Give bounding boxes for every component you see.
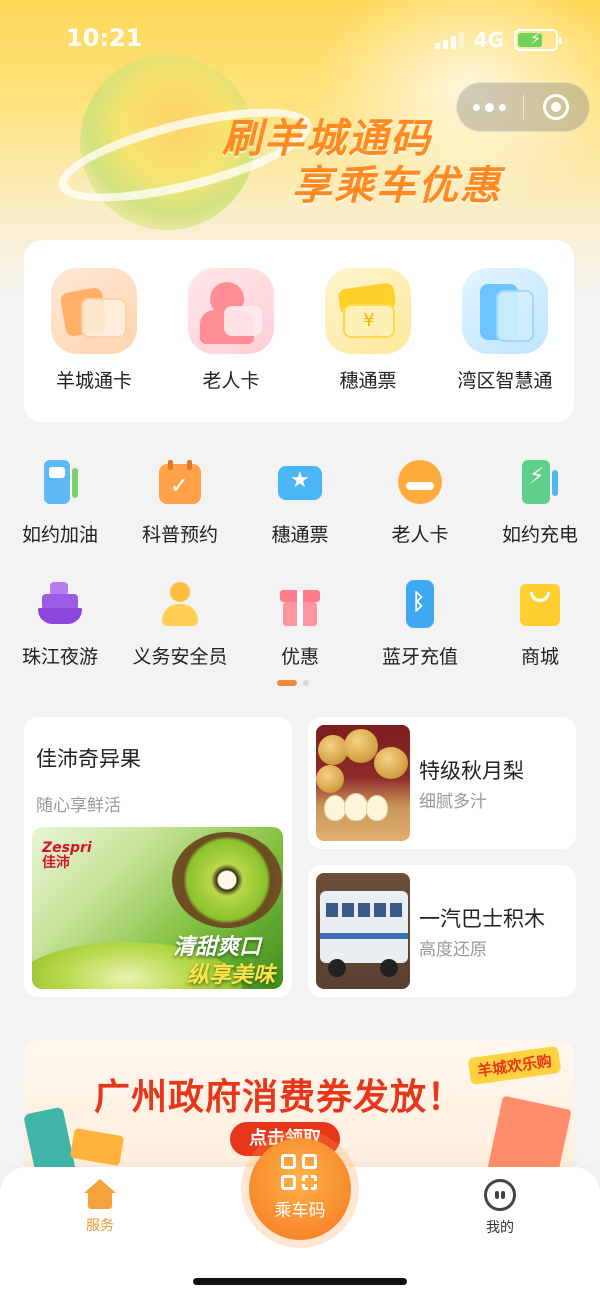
- grid-discount[interactable]: 优惠: [241, 580, 359, 669]
- tab-label: 服务: [86, 1218, 114, 1234]
- grid-mall[interactable]: 商城: [481, 580, 599, 669]
- grid-label: 珠江夜游: [21, 646, 98, 668]
- smiley-profile-icon: [484, 1179, 516, 1211]
- pager-dot-active: [277, 680, 297, 686]
- home-icon: [84, 1179, 116, 1209]
- kiwi-image: Zespri 佳沛 清甜爽口 纵享美味: [32, 827, 283, 989]
- bluetooth-icon: ᛒ: [396, 580, 444, 628]
- status-time: 10:21: [66, 24, 143, 52]
- promo-title: 特级秋月梨: [419, 759, 524, 783]
- signal-icon: [434, 31, 464, 49]
- bay-card-icon: [462, 268, 548, 354]
- banner-title: 广州政府消费券发放！: [94, 1077, 465, 1118]
- promo-subtitle: 细腻多汁: [419, 792, 487, 812]
- service-label: 湾区智慧通: [457, 370, 553, 392]
- ride-code-button[interactable]: 乘车码: [249, 1138, 351, 1240]
- grid-label: 蓝牙充值: [381, 646, 458, 668]
- tab-mine[interactable]: 我的: [460, 1179, 540, 1237]
- promo-title: 一汽巴士积木: [419, 907, 545, 931]
- status-indicators: 4G ⚡: [434, 28, 562, 52]
- service-yangchengtong-card[interactable]: 羊城通卡: [29, 268, 159, 393]
- service-suitong-ticket[interactable]: ¥ 穗通票: [303, 268, 433, 393]
- star-ticket-icon: ★: [276, 458, 324, 506]
- grid-label: 如约加油: [21, 524, 98, 546]
- zespri-logo: Zespri 佳沛: [42, 840, 92, 872]
- grid-volunteer-safety[interactable]: 义务安全员: [121, 580, 239, 669]
- target-circle-icon[interactable]: [524, 94, 590, 120]
- elder-card-icon: [188, 268, 274, 354]
- promo-bus-blocks[interactable]: 一汽巴士积木 高度还原: [308, 865, 576, 997]
- elder-face-icon: [396, 458, 444, 506]
- grid-label: 优惠: [280, 646, 319, 668]
- grid-fuel[interactable]: 如约加油: [1, 458, 119, 547]
- more-dots-icon[interactable]: [457, 102, 523, 112]
- main-services-card: 羊城通卡 老人卡 ¥ 穗通票 湾区智慧通: [24, 240, 574, 422]
- grid-label: 科普预约: [141, 524, 218, 546]
- network-type: 4G: [473, 28, 504, 52]
- grid-science-booking[interactable]: ✓ 科普预约: [121, 458, 239, 547]
- gift-icon: [276, 580, 324, 628]
- ticket-icon: ¥: [325, 268, 411, 354]
- qr-code-icon: [281, 1154, 319, 1192]
- kiwi-half: [172, 832, 282, 928]
- miniprogram-capsule: [456, 82, 590, 132]
- service-elder-card[interactable]: 老人卡: [166, 268, 296, 393]
- pager-dot: [303, 680, 309, 686]
- home-indicator: [193, 1278, 407, 1285]
- bus-image: [316, 873, 410, 989]
- hero-slogan-line2: 享乘车优惠: [292, 163, 502, 209]
- grid-pearl-river-cruise[interactable]: 珠江夜游: [1, 580, 119, 669]
- grid-elder-card[interactable]: 老人卡: [361, 458, 479, 547]
- calendar-check-icon: ✓: [156, 458, 204, 506]
- promo-subtitle: 高度还原: [419, 940, 487, 960]
- grid-label: 穗通票: [271, 524, 329, 546]
- promo-pear[interactable]: 特级秋月梨 细腻多汁: [308, 717, 576, 849]
- shopping-bag-icon: [516, 580, 564, 628]
- promo-subtitle: 随心享鲜活: [36, 796, 121, 816]
- promo-kiwi[interactable]: 佳沛奇异果 随心享鲜活 Zespri 佳沛 清甜爽口 纵享美味: [24, 717, 292, 997]
- service-bay-smart-card[interactable]: 湾区智慧通: [440, 268, 570, 393]
- person-icon: [156, 580, 204, 628]
- fuel-pump-icon: [36, 458, 84, 506]
- grid-label: 义务安全员: [132, 646, 228, 668]
- grid-label: 老人卡: [391, 524, 449, 546]
- tab-label: 我的: [486, 1220, 514, 1236]
- tab-service[interactable]: 服务: [60, 1179, 140, 1235]
- kiwi-tagline-2: 纵享美味: [186, 963, 275, 988]
- battery-icon: ⚡: [514, 29, 562, 51]
- ride-code-label: 乘车码: [274, 1201, 326, 1221]
- service-label: 穗通票: [339, 370, 397, 392]
- pear-image: [316, 725, 410, 841]
- card-icon: [51, 268, 137, 354]
- charging-station-icon: ⚡: [516, 458, 564, 506]
- service-label: 羊城通卡: [55, 370, 132, 392]
- cruise-ship-icon: [36, 580, 84, 628]
- grid-bluetooth-topup[interactable]: ᛒ 蓝牙充值: [361, 580, 479, 669]
- grid-suitong-ticket[interactable]: ★ 穗通票: [241, 458, 359, 547]
- service-label: 老人卡: [202, 370, 260, 392]
- grid-pager: [277, 680, 309, 686]
- promo-title: 佳沛奇异果: [36, 747, 141, 771]
- grid-label: 如约充电: [501, 524, 578, 546]
- grid-charging[interactable]: ⚡ 如约充电: [481, 458, 599, 547]
- grid-label: 商城: [520, 646, 559, 668]
